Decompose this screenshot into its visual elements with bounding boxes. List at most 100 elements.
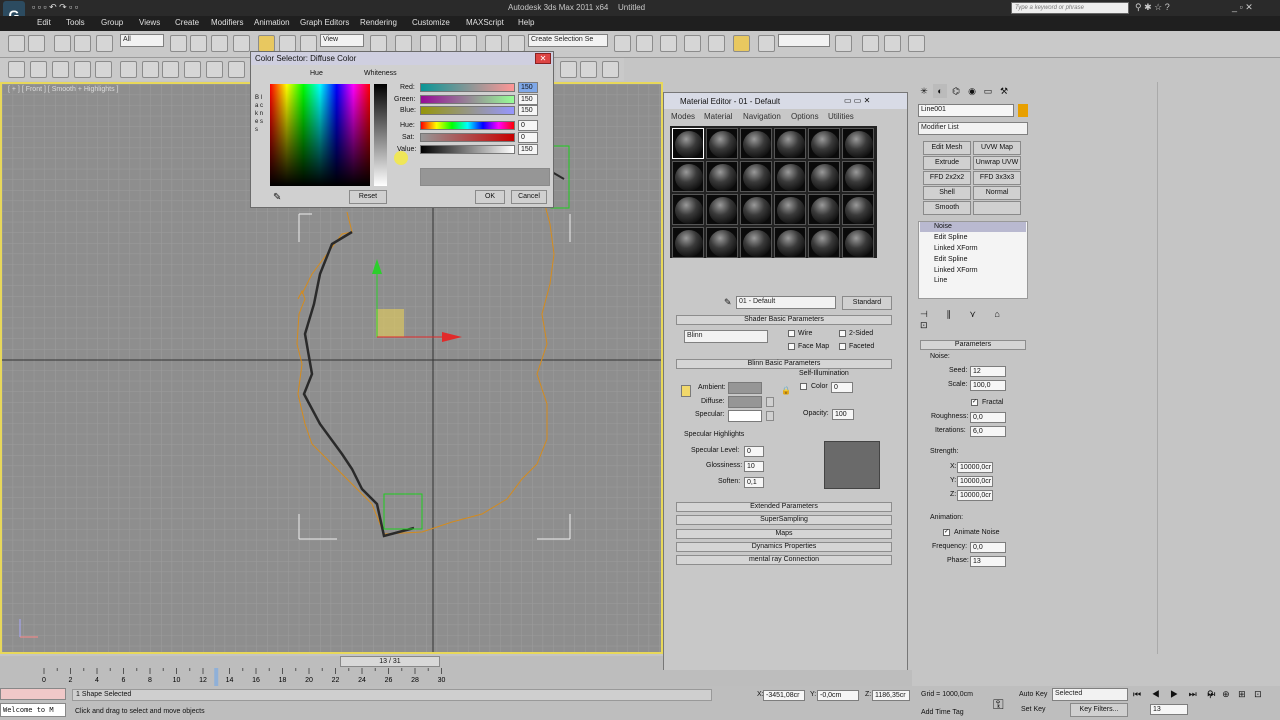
menu-maxscript[interactable]: MAXScript [466, 18, 504, 27]
material-slot[interactable] [808, 161, 840, 192]
menu-modifiers[interactable]: Modifiers [211, 18, 243, 27]
material-slot[interactable] [706, 227, 738, 258]
timeline-ruler[interactable]: 0 2 4 6 8 10 12 14 16 18 20 22 24 26 28 30 [0, 668, 663, 686]
menu-help[interactable]: Help [518, 18, 534, 27]
wire-checkbox[interactable] [788, 330, 795, 337]
graphite-ribbon-icon[interactable] [684, 35, 701, 52]
menu-options[interactable]: Options [791, 112, 819, 121]
redo-icon[interactable] [28, 35, 45, 52]
hue-blackness-picker[interactable] [270, 84, 370, 186]
time-slider[interactable]: 13 / 31 [340, 656, 440, 667]
strength-y-field[interactable]: 10000,0cr [957, 476, 993, 487]
spinner-snap-icon[interactable] [485, 35, 502, 52]
green-field[interactable]: 150 [518, 94, 538, 105]
empty-button[interactable] [973, 201, 1021, 215]
uvw-map-button[interactable]: UVW Map [973, 141, 1021, 155]
ref-coord-dropdown[interactable]: View [320, 34, 364, 47]
specular-swatch[interactable] [728, 410, 762, 422]
sample-slots[interactable] [670, 126, 877, 258]
hue-field[interactable]: 0 [518, 120, 538, 131]
unlink-icon[interactable] [74, 35, 91, 52]
layer-manager-icon[interactable] [660, 35, 677, 52]
material-slot[interactable] [774, 227, 806, 258]
parameters-rollout[interactable]: Parameters [920, 340, 1026, 350]
select-by-name-icon[interactable] [190, 35, 207, 52]
material-slot[interactable] [774, 128, 806, 159]
menu-modes[interactable]: Modes [671, 112, 695, 121]
pivot-center-icon[interactable] [370, 35, 387, 52]
stack-item-linked-xform-2[interactable]: Linked XForm [920, 266, 1026, 276]
render-icon[interactable] [560, 61, 577, 78]
material-slot[interactable] [774, 194, 806, 225]
scale-icon[interactable] [300, 35, 317, 52]
layers-icon[interactable] [142, 61, 159, 78]
material-slot[interactable] [740, 227, 772, 258]
material-slot[interactable] [706, 128, 738, 159]
strength-z-field[interactable]: 10000,0cr [957, 490, 993, 501]
material-slot[interactable] [740, 194, 772, 225]
material-slot[interactable] [808, 227, 840, 258]
spec-level-field[interactable]: 0 [744, 446, 764, 457]
material-slot[interactable] [706, 194, 738, 225]
green-slider[interactable] [420, 95, 515, 104]
two-sided-checkbox[interactable] [839, 330, 846, 337]
material-slot[interactable] [842, 194, 874, 225]
stack-item-linked-xform[interactable]: Linked XForm [920, 244, 1026, 254]
render-setup-icon[interactable] [758, 35, 775, 52]
manipulate-icon[interactable] [395, 35, 412, 52]
hierarchy-tab-icon[interactable]: ⌬ [949, 84, 963, 98]
setkey-button[interactable]: Set Key [1021, 706, 1046, 713]
seed-field[interactable]: 12 [970, 366, 1006, 377]
menu-animation[interactable]: Animation [254, 18, 290, 27]
coord-x-field[interactable]: -3451,08cr [763, 690, 805, 701]
render-production-icon[interactable] [862, 35, 879, 52]
lock-icon[interactable]: 🔒 [781, 386, 791, 395]
phase-field[interactable]: 13 [970, 556, 1006, 567]
lock-ambient-icon[interactable] [681, 385, 691, 397]
face-map-checkbox[interactable] [788, 343, 795, 350]
extrude-button[interactable]: Extrude [923, 156, 971, 170]
unwrap-uvw-button[interactable]: Unwrap UVW [973, 156, 1021, 170]
menu-customize[interactable]: Customize [412, 18, 450, 27]
add-time-tag[interactable]: Add Time Tag [921, 709, 964, 716]
select-object-icon[interactable] [170, 35, 187, 52]
stack-toolbar[interactable]: ⊣ ∥ ⋎ ⌂ ⊡ [920, 309, 1026, 330]
object-name-field[interactable]: Line001 [918, 104, 1014, 117]
diffuse-map-button[interactable] [766, 397, 774, 407]
material-slot[interactable] [842, 227, 874, 258]
orbit-icon[interactable] [52, 61, 69, 78]
material-slot[interactable] [740, 128, 772, 159]
axis-icon[interactable] [30, 61, 47, 78]
material-slot[interactable] [774, 161, 806, 192]
shell-button[interactable]: Shell [923, 186, 971, 200]
angle-snap-icon[interactable] [440, 35, 457, 52]
modify-tab-icon[interactable]: ◐ [933, 84, 947, 98]
menu-rendering[interactable]: Rendering [360, 18, 397, 27]
material-name-field[interactable]: 01 - Default [736, 296, 836, 309]
value-slider[interactable] [420, 145, 515, 154]
maxscript-listener-top[interactable] [0, 688, 66, 700]
material-slot[interactable] [842, 128, 874, 159]
diffuse-swatch[interactable] [728, 396, 762, 408]
mirror-icon[interactable] [614, 35, 631, 52]
rect-selection-icon[interactable] [211, 35, 228, 52]
autokey-button[interactable]: Auto Key [1019, 691, 1047, 698]
viewport-label[interactable]: [ + ] [ Front ] [ Smooth + Highlights ] [8, 86, 119, 93]
ffd-2x2x2-button[interactable]: FFD 2x2x2 [923, 171, 971, 185]
close-icon[interactable]: ✕ [535, 53, 551, 64]
red-slider[interactable] [420, 83, 515, 92]
supersampling-rollout[interactable]: SuperSampling [676, 515, 892, 525]
search-input[interactable]: Type a keyword or phrase [1011, 2, 1129, 14]
frequency-field[interactable]: 0,0 [970, 542, 1006, 553]
pencil-icon[interactable] [184, 61, 201, 78]
blue-field[interactable]: 150 [518, 105, 538, 116]
box-icon[interactable] [120, 61, 137, 78]
coord-y-field[interactable]: -0,0cm [817, 690, 859, 701]
stack-item-edit-spline[interactable]: Edit Spline [920, 233, 1026, 243]
menu-group[interactable]: Group [101, 18, 123, 27]
current-frame-marker[interactable] [214, 668, 219, 686]
stack-item-line[interactable]: Line [920, 276, 1026, 286]
menu-navigation[interactable]: Navigation [743, 112, 781, 121]
quick-access-toolbar[interactable]: ▫ ▫ ▫ ↶ ↷ ▫ ▫ [32, 2, 78, 13]
material-slot[interactable] [740, 161, 772, 192]
